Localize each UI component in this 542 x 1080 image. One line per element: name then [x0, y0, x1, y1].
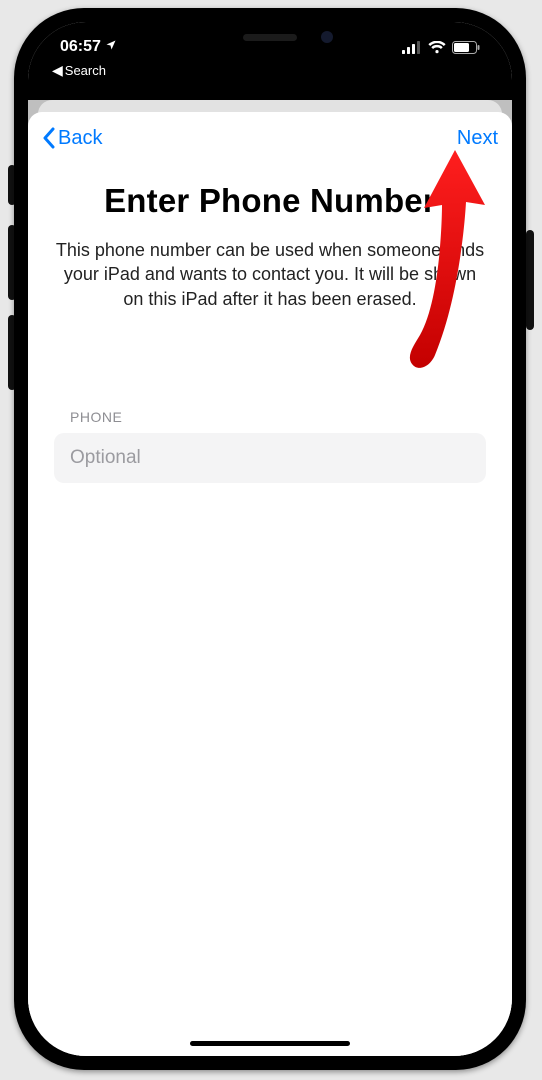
page-title: Enter Phone Number: [48, 182, 492, 220]
phone-field-label: PHONE: [54, 409, 486, 425]
breadcrumb-label: Search: [65, 63, 106, 78]
page-subtitle: This phone number can be used when someo…: [48, 238, 492, 311]
notch: [157, 22, 383, 58]
battery-icon: [452, 41, 480, 54]
back-button[interactable]: Back: [42, 127, 102, 150]
next-button[interactable]: Next: [457, 127, 498, 150]
breadcrumb-back-to-app[interactable]: ◀︎ Search: [52, 62, 106, 79]
nav-bar: Back Next: [28, 112, 512, 164]
breadcrumb-chevron-icon: ◀︎: [52, 62, 63, 79]
screen: 06:57: [28, 22, 512, 1056]
location-icon: [105, 39, 117, 54]
phone-frame: 06:57: [14, 8, 526, 1070]
modal-sheet: Back Next Enter Phone Number This phone …: [28, 112, 512, 1056]
wifi-icon: [428, 41, 446, 54]
next-button-label: Next: [457, 127, 498, 149]
phone-power-button: [526, 230, 534, 330]
phone-input[interactable]: [54, 433, 486, 483]
home-indicator[interactable]: [190, 1041, 350, 1046]
cellular-signal-icon: [402, 41, 422, 54]
chevron-left-icon: [42, 127, 56, 149]
back-button-label: Back: [58, 127, 102, 150]
status-time: 06:57: [60, 38, 101, 56]
